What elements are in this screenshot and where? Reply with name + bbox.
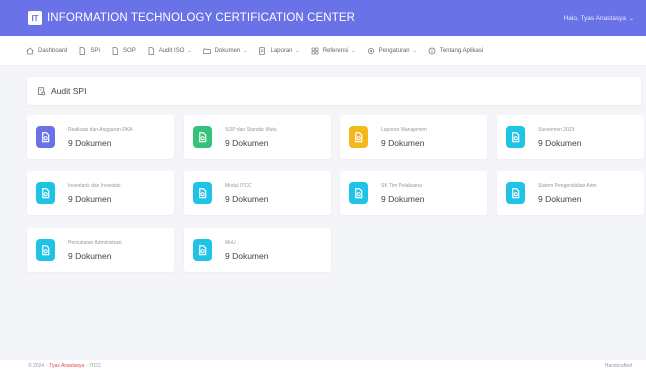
- document-icon: [193, 126, 212, 148]
- nav-item-label: Pengaturan: [378, 47, 410, 54]
- document-card[interactable]: Realisasi dan Anggaran RKA 9 Dokumen: [27, 115, 174, 159]
- card-count: 9 Dokumen: [68, 137, 112, 148]
- page-header: Audit SPI: [27, 77, 641, 105]
- user-menu[interactable]: Halo, Tyas Anastasya: [564, 15, 626, 22]
- document-icon: [193, 239, 212, 261]
- folder-icon: [202, 48, 211, 54]
- document-icon: [506, 182, 525, 204]
- nav-item-sop[interactable]: SOP: [111, 46, 136, 55]
- document-icon: [349, 126, 368, 148]
- card-count: 9 Dokumen: [68, 193, 112, 204]
- card-count: 9 Dokumen: [225, 193, 269, 204]
- doc-icon: [148, 46, 154, 55]
- nav-item-spi[interactable]: SPI: [78, 46, 101, 55]
- info-icon: [428, 47, 436, 54]
- footer: © 2024 - Tyas Anastasya - ITCC Handcraft…: [0, 360, 646, 372]
- audit-icon: [38, 86, 46, 95]
- chevron-down-icon[interactable]: ⌄: [629, 15, 634, 22]
- doc-icon: [79, 46, 86, 55]
- footer-org: - ITCC: [86, 363, 102, 369]
- document-card[interactable]: MoU 9 Dokumen: [184, 228, 331, 272]
- document-icon: [349, 182, 368, 204]
- card-count: 9 Dokumen: [538, 193, 582, 204]
- card-label: Modul ITCC: [225, 182, 252, 189]
- document-card[interactable]: SOP dan Standar Mutu 9 Dokumen: [184, 115, 331, 159]
- document-card[interactable]: Inventaris dan Investasi 9 Dokumen: [27, 171, 174, 215]
- card-label: MoU: [225, 239, 236, 246]
- app-title: INFORMATION TECHNOLOGY CERTIFICATION CEN…: [47, 12, 356, 24]
- chevron-down-icon: ⌄: [295, 47, 300, 54]
- card-label: Laporan Manajemen: [381, 126, 427, 133]
- nav-item-label: Referensi: [322, 47, 349, 54]
- chevron-down-icon: ⌄: [351, 47, 356, 54]
- home-icon: [26, 47, 34, 54]
- nav-item-label: Laporan: [270, 47, 293, 54]
- footer-author-link[interactable]: Tyas Anastasya: [49, 363, 84, 369]
- report-icon: [259, 46, 266, 55]
- card-count: 9 Dokumen: [68, 250, 112, 261]
- nav-item-label: Dokumen: [214, 47, 241, 54]
- nav-item-label: SOP: [123, 47, 136, 54]
- grid-icon: [311, 47, 319, 54]
- nav-item-label: Dashboard: [38, 47, 68, 54]
- card-count: 9 Dokumen: [225, 137, 269, 148]
- document-card[interactable]: Surveimen 2023 9 Dokumen: [497, 115, 644, 159]
- nav-item-dashboard[interactable]: Dashboard: [26, 47, 67, 55]
- nav-item-audit-iso[interactable]: Audit ISO ⌄: [147, 46, 192, 55]
- nav-item-referensi[interactable]: Referensi ⌄: [311, 47, 356, 55]
- nav-item-pengaturan[interactable]: Pengaturan ⌄: [367, 47, 417, 55]
- document-card[interactable]: Laporan Manajemen 9 Dokumen: [340, 115, 487, 159]
- chevron-down-icon: ⌄: [187, 47, 192, 54]
- main-nav: Dashboard SPI SOP Audit ISO ⌄ Dokumen ⌄ Laporan…: [0, 36, 646, 66]
- nav-item-label: Tentang Aplikasi: [439, 47, 484, 54]
- chevron-down-icon: ⌄: [412, 47, 417, 54]
- document-card[interactable]: Modul ITCC 9 Dokumen: [184, 171, 331, 215]
- card-label: Surveimen 2023: [538, 126, 575, 133]
- card-count: 9 Dokumen: [381, 193, 425, 204]
- gear-icon: [367, 47, 374, 54]
- nav-item-label: Audit ISO: [158, 47, 185, 54]
- document-icon: [36, 126, 55, 148]
- top-bar: IT INFORMATION TECHNOLOGY CERTIFICATION …: [0, 0, 646, 36]
- document-icon: [36, 182, 55, 204]
- nav-item-laporan[interactable]: Laporan ⌄: [258, 46, 300, 55]
- card-label: Realisasi dan Anggaran RKA: [68, 126, 133, 133]
- footer-credit: Handcrafted: [604, 363, 632, 369]
- chevron-down-icon: ⌄: [243, 47, 248, 54]
- page-title: Audit SPI: [51, 86, 87, 96]
- card-label: SOP dan Standar Mutu: [225, 126, 277, 133]
- document-card[interactable]: Sistem Pengendalian Adm 9 Dokumen: [497, 171, 644, 215]
- footer-copyright: © 2024 -: [28, 363, 48, 369]
- app-logo[interactable]: IT: [28, 11, 42, 25]
- nav-item-tentang-aplikasi[interactable]: Tentang Aplikasi: [428, 47, 483, 55]
- card-count: 9 Dokumen: [538, 137, 582, 148]
- document-card[interactable]: Pencatatan Administrasi 9 Dokumen: [27, 228, 174, 272]
- card-label: Pencatatan Administrasi: [68, 239, 122, 246]
- nav-item-dokumen[interactable]: Dokumen ⌄: [202, 47, 248, 55]
- card-count: 9 Dokumen: [381, 137, 425, 148]
- document-icon: [36, 239, 55, 261]
- card-count: 9 Dokumen: [225, 250, 269, 261]
- document-card[interactable]: SK Tim Pelaksana 9 Dokumen: [340, 171, 487, 215]
- document-icon: [506, 126, 525, 148]
- card-label: SK Tim Pelaksana: [381, 182, 422, 189]
- card-label: Inventaris dan Investasi: [68, 182, 121, 189]
- nav-item-label: SPI: [90, 47, 101, 54]
- card-label: Sistem Pengendalian Adm: [538, 182, 597, 189]
- doc-icon: [112, 46, 119, 55]
- document-icon: [193, 182, 212, 204]
